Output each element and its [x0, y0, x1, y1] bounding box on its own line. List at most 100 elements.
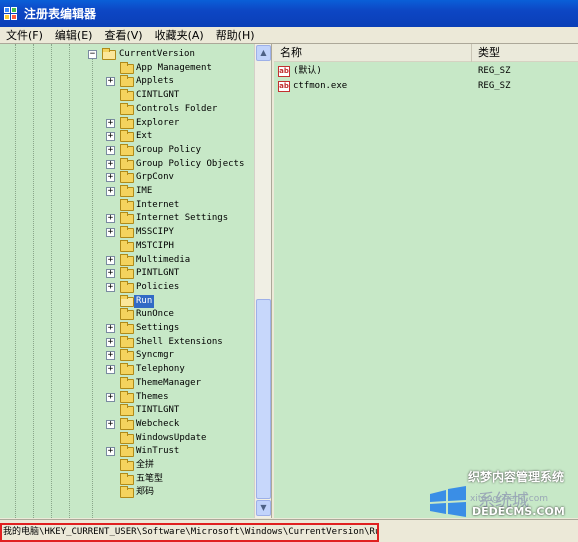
tree-item-currentversion[interactable]: − CurrentVersion: [0, 48, 254, 61]
tree-item[interactable]: + PINTLGNT: [0, 267, 254, 280]
values-list-pane[interactable]: 名称 类型 ab (默认) REG_SZ ab ctfmon.exe REG_S…: [274, 44, 578, 518]
tree-item-label: PINTLGNT: [136, 268, 180, 278]
expand-icon[interactable]: +: [106, 256, 115, 265]
tree-item[interactable]: + IME: [0, 185, 254, 198]
tree-item[interactable]: + Policies: [0, 281, 254, 294]
tree-item[interactable]: 郑码: [0, 486, 254, 499]
tree-item[interactable]: 全拼: [0, 459, 254, 472]
tree-item[interactable]: + Applets: [0, 75, 254, 88]
expand-icon[interactable]: +: [106, 187, 115, 196]
scroll-thumb[interactable]: [256, 299, 271, 499]
title-bar[interactable]: 注册表编辑器: [0, 0, 578, 27]
menu-view[interactable]: 查看(V): [98, 27, 148, 43]
value-name: ctfmon.exe: [293, 81, 348, 91]
expand-icon[interactable]: +: [106, 119, 115, 128]
tree-item[interactable]: + WinTrust: [0, 445, 254, 458]
tree-item[interactable]: + Syncmgr: [0, 349, 254, 362]
expand-icon[interactable]: +: [106, 160, 115, 169]
tree-item[interactable]: + Webcheck: [0, 418, 254, 431]
folder-icon: [120, 267, 134, 279]
tree-item[interactable]: Controls Folder: [0, 103, 254, 116]
tree-item[interactable]: Run: [0, 295, 254, 308]
column-name-header[interactable]: 名称: [274, 44, 472, 62]
menu-bar: 文件(F) 编辑(E) 查看(V) 收藏夹(A) 帮助(H): [0, 27, 578, 44]
folder-icon: [120, 199, 134, 211]
collapse-icon[interactable]: −: [88, 50, 97, 59]
folder-open-icon: [102, 48, 116, 60]
registry-tree-pane[interactable]: − CurrentVersion App Management + Applets C…: [0, 44, 272, 518]
expand-icon[interactable]: +: [106, 173, 115, 182]
tree-item[interactable]: CINTLGNT: [0, 89, 254, 102]
folder-open-icon: [120, 295, 134, 307]
expand-icon[interactable]: +: [106, 338, 115, 347]
folder-icon: [120, 363, 134, 375]
menu-file[interactable]: 文件(F): [0, 27, 49, 43]
tree-item[interactable]: + Group Policy Objects: [0, 158, 254, 171]
tree-item[interactable]: Internet: [0, 199, 254, 212]
menu-help[interactable]: 帮助(H): [210, 27, 261, 43]
tree-item[interactable]: 五笔型: [0, 473, 254, 486]
tree-item-label: Ext: [136, 131, 153, 141]
folder-icon: [120, 75, 134, 87]
folder-icon: [120, 308, 134, 320]
tree-item[interactable]: + Explorer: [0, 117, 254, 130]
tree-item[interactable]: + MSSCIPY: [0, 226, 254, 239]
value-row[interactable]: ab ctfmon.exe REG_SZ: [274, 79, 578, 94]
tree-item[interactable]: MSTCIPH: [0, 240, 254, 253]
tree-item-label: CINTLGNT: [136, 90, 180, 100]
tree-item[interactable]: + Shell Extensions: [0, 336, 254, 349]
scroll-down-icon[interactable]: ▼: [256, 500, 271, 516]
expand-icon[interactable]: +: [106, 132, 115, 141]
tree-item[interactable]: App Management: [0, 62, 254, 75]
tree-item-label: 全拼: [136, 460, 155, 470]
tree-item[interactable]: TINTLGNT: [0, 404, 254, 417]
folder-icon: [120, 486, 134, 498]
expand-icon[interactable]: +: [106, 420, 115, 429]
window-title: 注册表编辑器: [24, 7, 97, 21]
folder-icon: [120, 336, 134, 348]
tree-scrollbar[interactable]: ▲ ▼: [254, 44, 271, 518]
tree-item-label: GrpConv: [136, 172, 174, 182]
tree-item-label: Group Policy: [136, 145, 202, 155]
watermark-domain: DEDECMS.COM: [472, 505, 565, 518]
expand-icon[interactable]: +: [106, 365, 115, 374]
tree-item[interactable]: + Telephony: [0, 363, 254, 376]
tree-item-label: CurrentVersion: [119, 49, 195, 59]
folder-icon: [120, 103, 134, 115]
tree-item-label: App Management: [136, 63, 212, 73]
expand-icon[interactable]: +: [106, 214, 115, 223]
value-name: (默认): [293, 66, 322, 76]
value-row[interactable]: ab (默认) REG_SZ: [274, 64, 578, 79]
column-type-header[interactable]: 类型: [472, 44, 578, 62]
expand-icon[interactable]: +: [106, 77, 115, 86]
folder-icon: [120, 404, 134, 416]
expand-icon[interactable]: +: [106, 351, 115, 360]
expand-icon[interactable]: +: [106, 324, 115, 333]
tree-item[interactable]: + Settings: [0, 322, 254, 335]
expand-icon[interactable]: +: [106, 393, 115, 402]
tree-item[interactable]: + Internet Settings: [0, 212, 254, 225]
list-header: 名称 类型: [274, 44, 578, 62]
folder-icon: [120, 62, 134, 74]
expand-icon[interactable]: +: [106, 283, 115, 292]
scroll-up-icon[interactable]: ▲: [256, 45, 271, 61]
menu-favorites[interactable]: 收藏夹(A): [149, 27, 210, 43]
tree-item[interactable]: ThemeManager: [0, 377, 254, 390]
tree-item[interactable]: + Themes: [0, 391, 254, 404]
expand-icon[interactable]: +: [106, 228, 115, 237]
folder-icon: [120, 349, 134, 361]
tree-item[interactable]: + GrpConv: [0, 171, 254, 184]
menu-edit[interactable]: 编辑(E): [49, 27, 99, 43]
tree-item-label: Settings: [136, 323, 180, 333]
tree-item-label: Policies: [136, 282, 180, 292]
expand-icon[interactable]: +: [106, 146, 115, 155]
tree-item[interactable]: + Ext: [0, 130, 254, 143]
tree-item[interactable]: + Group Policy: [0, 144, 254, 157]
folder-icon: [120, 130, 134, 142]
expand-icon[interactable]: +: [106, 269, 115, 278]
tree-item[interactable]: WindowsUpdate: [0, 432, 254, 445]
tree-item[interactable]: RunOnce: [0, 308, 254, 321]
expand-icon[interactable]: +: [106, 447, 115, 456]
tree-item[interactable]: + Multimedia: [0, 254, 254, 267]
folder-icon: [120, 240, 134, 252]
